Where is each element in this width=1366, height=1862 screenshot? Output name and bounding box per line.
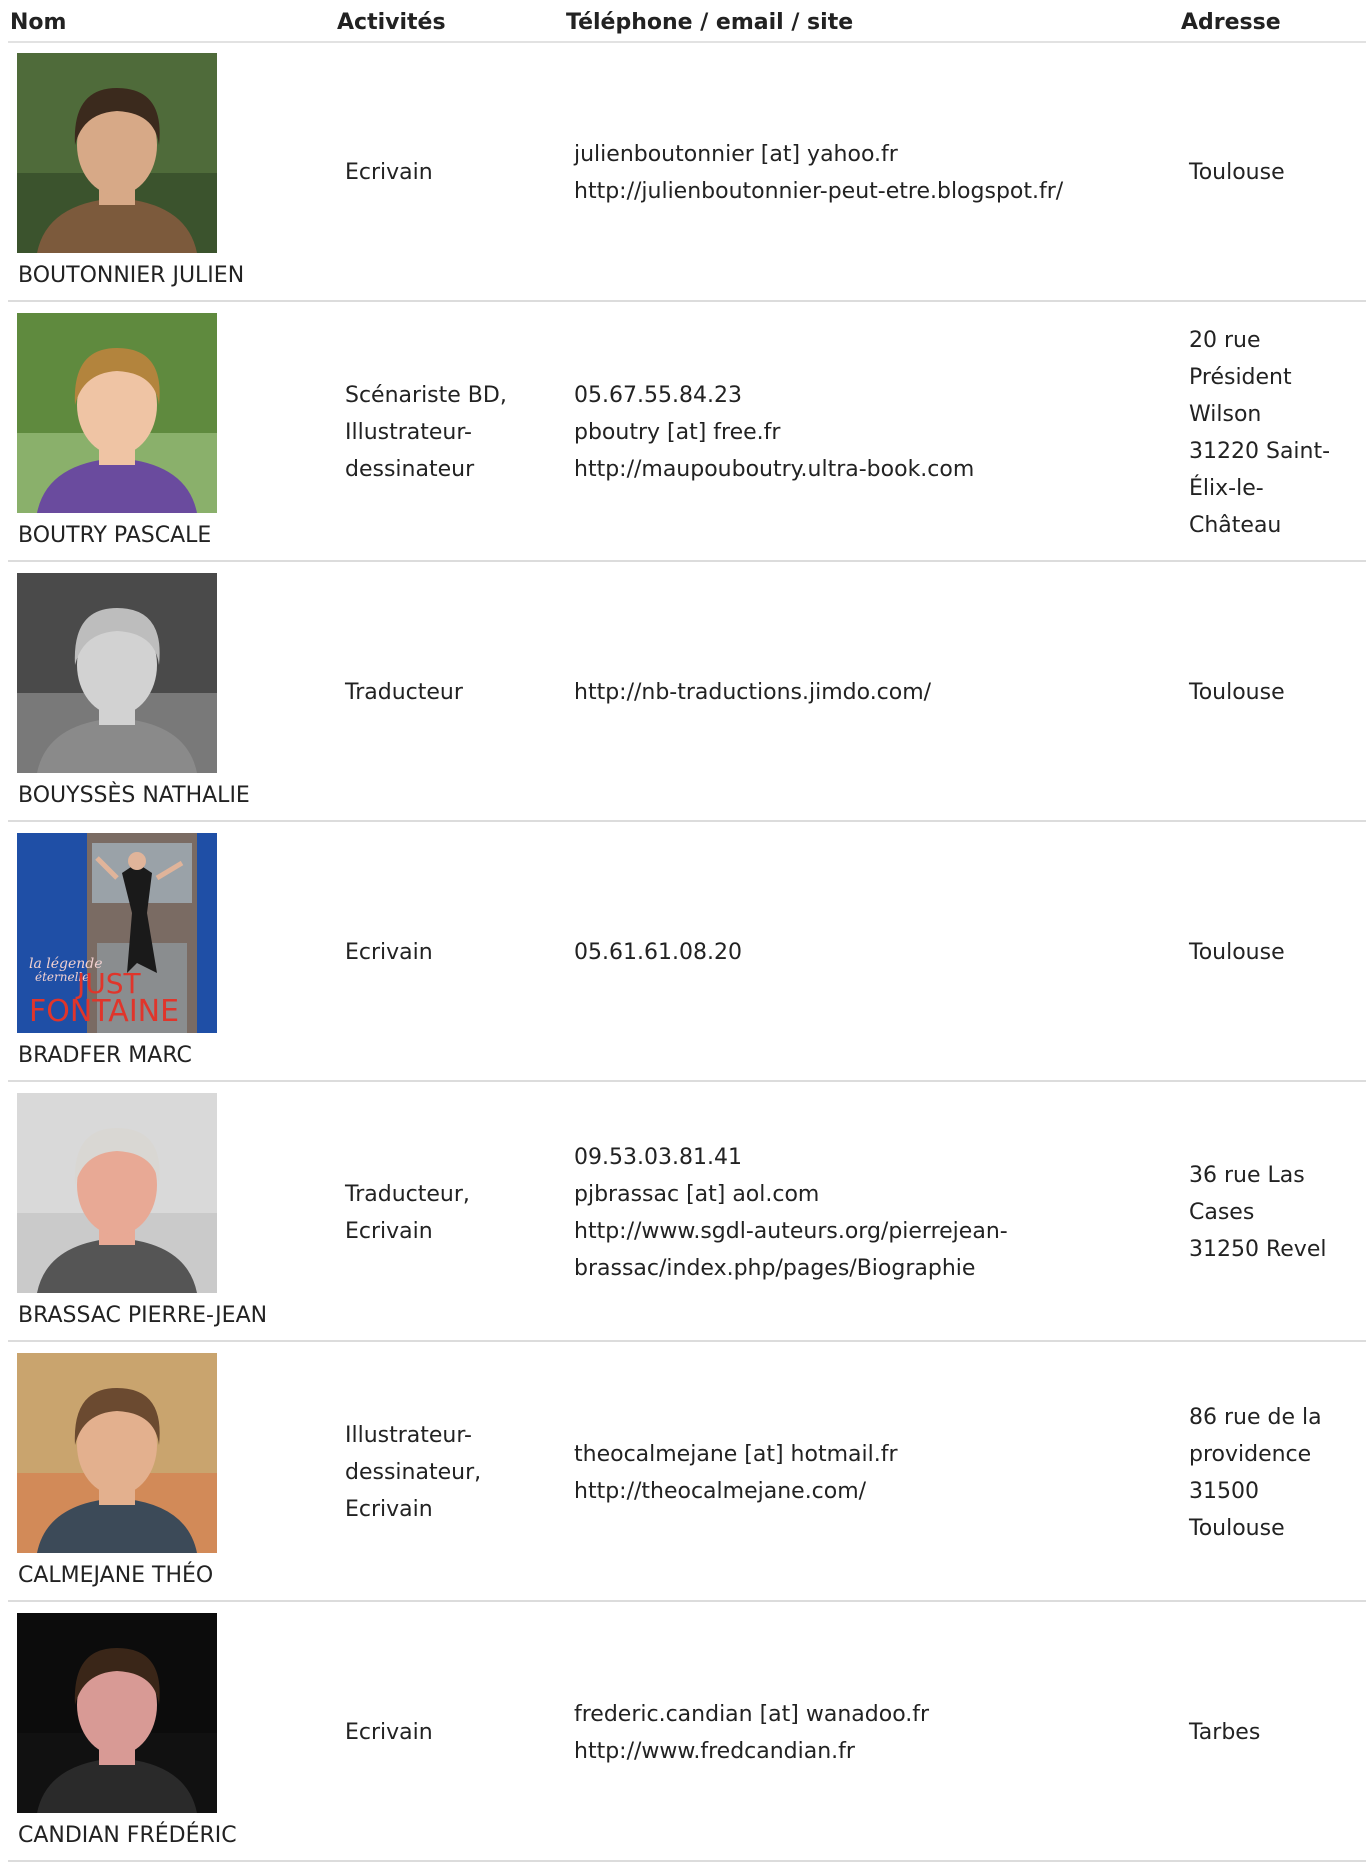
contact-cell-line[interactable]: http://maupouboutry.ultra-book.com [574,451,974,488]
address-cell-line: Élix-le- [1189,475,1264,501]
address-cell: Toulouse [1189,823,1366,1082]
address-cell-line: Wilson [1189,401,1262,427]
author-name: BOUTRY PASCALE [18,523,212,548]
address-cell-line: Toulouse [1189,1515,1285,1541]
contact-cell: 05.61.61.08.20 [574,823,1134,1082]
address-cell-line: 20 rue [1189,327,1261,353]
table-row: BOUTRY PASCALE Scénariste BD, Illustrateur… [8,303,1366,562]
contact-cell-line[interactable]: julienboutonnier [at] yahoo.fr [574,136,1063,173]
author-photo [17,1613,217,1813]
address-cell: 86 rue de la providence 31500 Toulouse [1189,1343,1366,1602]
contact-cell-line[interactable]: http://nb-traductions.jimdo.com/ [574,674,931,711]
row-divider [8,1080,1366,1082]
table-row: CANDIAN FRÉDÉRIC Ecrivain frederic.candian… [8,1603,1366,1862]
activities-cell: Scénariste BD, Illustrateur-dessinateur [345,303,545,562]
author-name: BRASSAC PIERRE-JEAN [18,1303,268,1328]
activities-cell-line: Traducteur, [345,1181,470,1207]
contact-cell-line[interactable]: pjbrassac [at] aol.com [574,1176,1008,1213]
address-cell: Toulouse [1189,43,1366,302]
contact-cell-line[interactable]: 09.53.03.81.41 [574,1139,1008,1176]
contact-cell-line[interactable]: http://theocalmejane.com/ [574,1473,898,1510]
svg-text:FONTAINE: FONTAINE [29,994,179,1029]
row-divider [8,820,1366,822]
address-cell-line: 31250 Revel [1189,1237,1327,1262]
contact-cell: http://nb-traductions.jimdo.com/ [574,563,1134,822]
activities-cell: Traducteur [345,563,545,822]
contact-cell-line[interactable]: http://julienboutonnier-peut-etre.blogsp… [574,173,1063,210]
address-cell-line: Président [1189,364,1292,390]
author-name: BRADFER MARC [18,1043,192,1068]
activities-cell-line: dessinateur [345,457,475,482]
author-name: CALMEJANE THÉO [18,1563,214,1588]
author-photo [17,1093,217,1293]
activities-cell-line: Ecrivain [345,160,433,185]
activities-cell-line: Scénariste BD, [345,383,507,408]
address-cell-line: Cases [1189,1200,1255,1225]
contact-cell: julienboutonnier [at] yahoo.fr http://jul… [574,43,1134,302]
row-divider [8,1600,1366,1602]
contact-cell-line[interactable]: pboutry [at] free.fr [574,414,974,451]
author-photo [17,313,217,513]
activities-cell-line: Ecrivain [345,1218,433,1244]
address-cell-line: Tarbes [1189,1720,1261,1745]
contact-cell-line[interactable]: frederic.candian [at] wanadoo.fr [574,1696,929,1733]
address-cell-line: Toulouse [1189,940,1285,965]
header-adresse: Adresse [1181,10,1281,35]
address-cell: 20 rue Président Wilson 31220 Saint- Élix-le… [1189,303,1366,562]
activities-cell-line: Ecrivain [345,1497,433,1522]
activities-cell-line: Traducteur [345,680,463,705]
activities-cell-line: Illustrateur- [345,1423,472,1448]
address-cell-line: 86 rue de la [1189,1404,1322,1430]
table-row: CALMEJANE THÉO Illustrateur-dessinateur, E… [8,1343,1366,1602]
activities-cell-line: Illustrateur- [345,420,472,445]
contact-cell: 09.53.03.81.41 pjbrassac [at] aol.com http… [574,1083,1134,1342]
row-divider [8,300,1366,302]
author-photo: la légende éternelle JUST FONTAINE [17,833,217,1033]
author-name: BOUTONNIER JULIEN [18,263,245,288]
activities-cell: Illustrateur-dessinateur, Ecrivain [345,1343,545,1602]
address-cell-line: Château [1189,512,1282,538]
activities-cell: Ecrivain [345,1603,545,1862]
address-cell-line: 31220 Saint- [1189,438,1331,464]
address-cell-line: providence [1189,1441,1312,1467]
author-name: BOUYSSÈS NATHALIE [18,783,250,808]
contact-cell-line[interactable]: 05.67.55.84.23 [574,377,974,414]
contact-cell: 05.67.55.84.23 pboutry [at] free.fr http:/… [574,303,1134,562]
contact-cell-line[interactable]: theocalmejane [at] hotmail.fr [574,1436,898,1473]
table-row: BOUTONNIER JULIEN Ecrivain julienboutonnie… [8,43,1366,302]
contact-cell-line[interactable]: brassac/index.php/pages/Biographie [574,1250,1008,1287]
contact-cell-line[interactable]: 05.61.61.08.20 [574,934,742,971]
address-cell: 36 rue Las Cases 31250 Revel [1189,1083,1366,1342]
contact-cell: theocalmejane [at] hotmail.fr http://theo… [574,1343,1134,1602]
activities-cell-line: Ecrivain [345,1720,433,1745]
header-activites: Activités [337,10,446,35]
address-cell-line: Toulouse [1189,680,1285,705]
activities-cell: Ecrivain [345,43,545,302]
table-row: BOUYSSÈS NATHALIE Traducteur http://nb-tra… [8,563,1366,822]
table-row: BRASSAC PIERRE-JEAN Traducteur, Ecrivain 09… [8,1083,1366,1342]
address-cell-line: 36 rue Las [1189,1163,1305,1188]
address-cell-line: 31500 [1189,1478,1259,1504]
activities-cell: Ecrivain [345,823,545,1082]
header-nom: Nom [10,10,67,35]
activities-cell: Traducteur, Ecrivain [345,1083,545,1342]
author-photo [17,1353,217,1553]
row-divider [8,1340,1366,1342]
contact-cell-line[interactable]: http://www.fredcandian.fr [574,1733,929,1770]
table-row: la légende éternelle JUST FONTAINE BRADFER M… [8,823,1366,1082]
activities-cell-line: dessinateur, [345,1460,482,1485]
activities-cell-line: Ecrivain [345,940,433,965]
address-cell-line: Toulouse [1189,160,1285,185]
contact-cell-line[interactable]: http://www.sgdl-auteurs.org/pierrejean- [574,1213,1008,1250]
header-contact: Téléphone / email / site [566,10,854,35]
address-cell: Toulouse [1189,563,1366,822]
address-cell: Tarbes [1189,1603,1366,1862]
row-divider [8,560,1366,562]
author-photo [17,53,217,253]
contact-cell: frederic.candian [at] wanadoo.fr http://w… [574,1603,1134,1862]
author-photo [17,573,217,773]
